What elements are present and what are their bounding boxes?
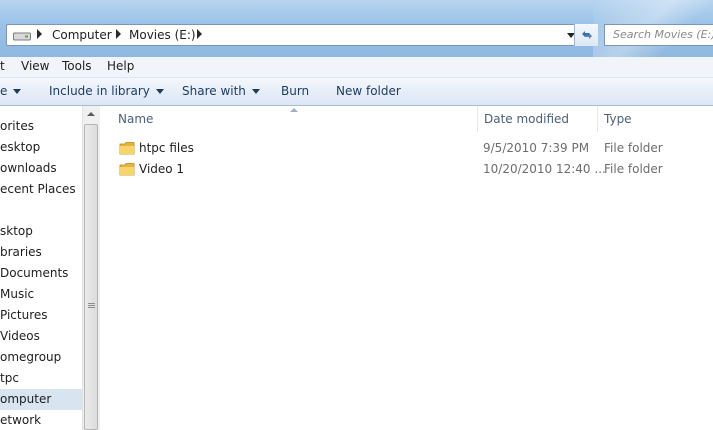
navigation-pane: orites esktop ownloads ecent Places skto… — [0, 106, 82, 430]
address-bar[interactable]: Computer Movies (E:) — [6, 24, 598, 46]
burn-button[interactable]: Burn — [281, 84, 309, 98]
nav-item-music[interactable]: Music — [0, 284, 82, 305]
organize-label: e — [0, 84, 8, 98]
breadcrumb-arrow-icon[interactable] — [116, 29, 121, 39]
nav-item-htpc[interactable]: tpc — [0, 368, 82, 389]
window-titlebar: Computer Movies (E:) Search Movies (E:) — [0, 0, 713, 57]
file-name: Video 1 — [139, 162, 185, 176]
column-divider[interactable] — [477, 106, 478, 132]
file-date: 9/5/2010 7:39 PM — [483, 141, 590, 155]
nav-item-network[interactable]: etwork — [0, 410, 82, 430]
file-row[interactable]: htpc files 9/5/2010 7:39 PM File folder — [100, 138, 713, 159]
column-divider[interactable] — [597, 106, 598, 132]
refresh-button[interactable] — [574, 24, 598, 46]
column-header-type[interactable]: Type — [604, 106, 632, 132]
file-date: 10/20/2010 12:40 ... — [483, 162, 606, 176]
file-list: Name Date modified Type htpc files 9/5/2… — [100, 106, 713, 430]
refresh-icon — [581, 31, 592, 39]
chevron-down-icon — [251, 89, 260, 94]
menu-help[interactable]: Help — [107, 59, 134, 73]
breadcrumb-arrow-icon[interactable] — [37, 29, 42, 39]
drive-icon — [13, 32, 31, 41]
new-folder-button[interactable]: New folder — [336, 84, 401, 98]
scroll-up-icon[interactable] — [87, 112, 95, 116]
share-with-label: Share with — [182, 84, 246, 98]
file-type: File folder — [604, 141, 663, 155]
file-name: htpc files — [139, 141, 194, 155]
folder-icon — [119, 163, 135, 176]
file-type: File folder — [604, 162, 663, 176]
scroll-thumb[interactable] — [84, 124, 98, 430]
nav-item-homegroup[interactable]: omegroup — [0, 347, 82, 368]
nav-item-documents[interactable]: Documents — [0, 263, 82, 284]
nav-item-favorites[interactable]: orites — [0, 116, 82, 137]
chevron-down-icon — [155, 89, 164, 94]
nav-item-downloads[interactable]: ownloads — [0, 158, 82, 179]
column-header-date[interactable]: Date modified — [484, 106, 569, 132]
nav-item-desktop-root[interactable]: sktop — [0, 221, 82, 242]
menu-bar: t View Tools Help — [0, 57, 713, 78]
menu-edit[interactable]: t — [0, 59, 5, 73]
breadcrumb-movies[interactable]: Movies (E:) — [129, 28, 196, 42]
grip-icon — [88, 303, 95, 309]
nav-item-computer[interactable]: omputer — [0, 389, 82, 410]
menu-view[interactable]: View — [21, 59, 49, 73]
breadcrumb-computer[interactable]: Computer — [52, 28, 112, 42]
share-with-button[interactable]: Share with — [182, 84, 260, 98]
file-row[interactable]: Video 1 10/20/2010 12:40 ... File folder — [100, 159, 713, 180]
sort-ascending-icon — [290, 108, 298, 112]
nav-scrollbar[interactable] — [82, 106, 100, 430]
command-bar: e Include in library Share with Burn New… — [0, 78, 713, 106]
chevron-down-icon — [13, 89, 22, 94]
search-placeholder: Search Movies (E:) — [613, 28, 713, 41]
column-header-name[interactable]: Name — [118, 106, 153, 132]
nav-item-libraries[interactable]: braries — [0, 242, 82, 263]
folder-icon — [119, 142, 135, 155]
menu-tools[interactable]: Tools — [62, 59, 92, 73]
search-input[interactable]: Search Movies (E:) — [604, 24, 713, 46]
organize-button[interactable]: e — [0, 84, 22, 98]
include-in-library-label: Include in library — [49, 84, 150, 98]
nav-item-videos[interactable]: Videos — [0, 326, 82, 347]
nav-item-pictures[interactable]: Pictures — [0, 305, 82, 326]
include-in-library-button[interactable]: Include in library — [49, 84, 164, 98]
nav-item-desktop[interactable]: esktop — [0, 137, 82, 158]
breadcrumb-arrow-icon[interactable] — [197, 29, 202, 39]
nav-item-recent-places[interactable]: ecent Places — [0, 179, 82, 200]
